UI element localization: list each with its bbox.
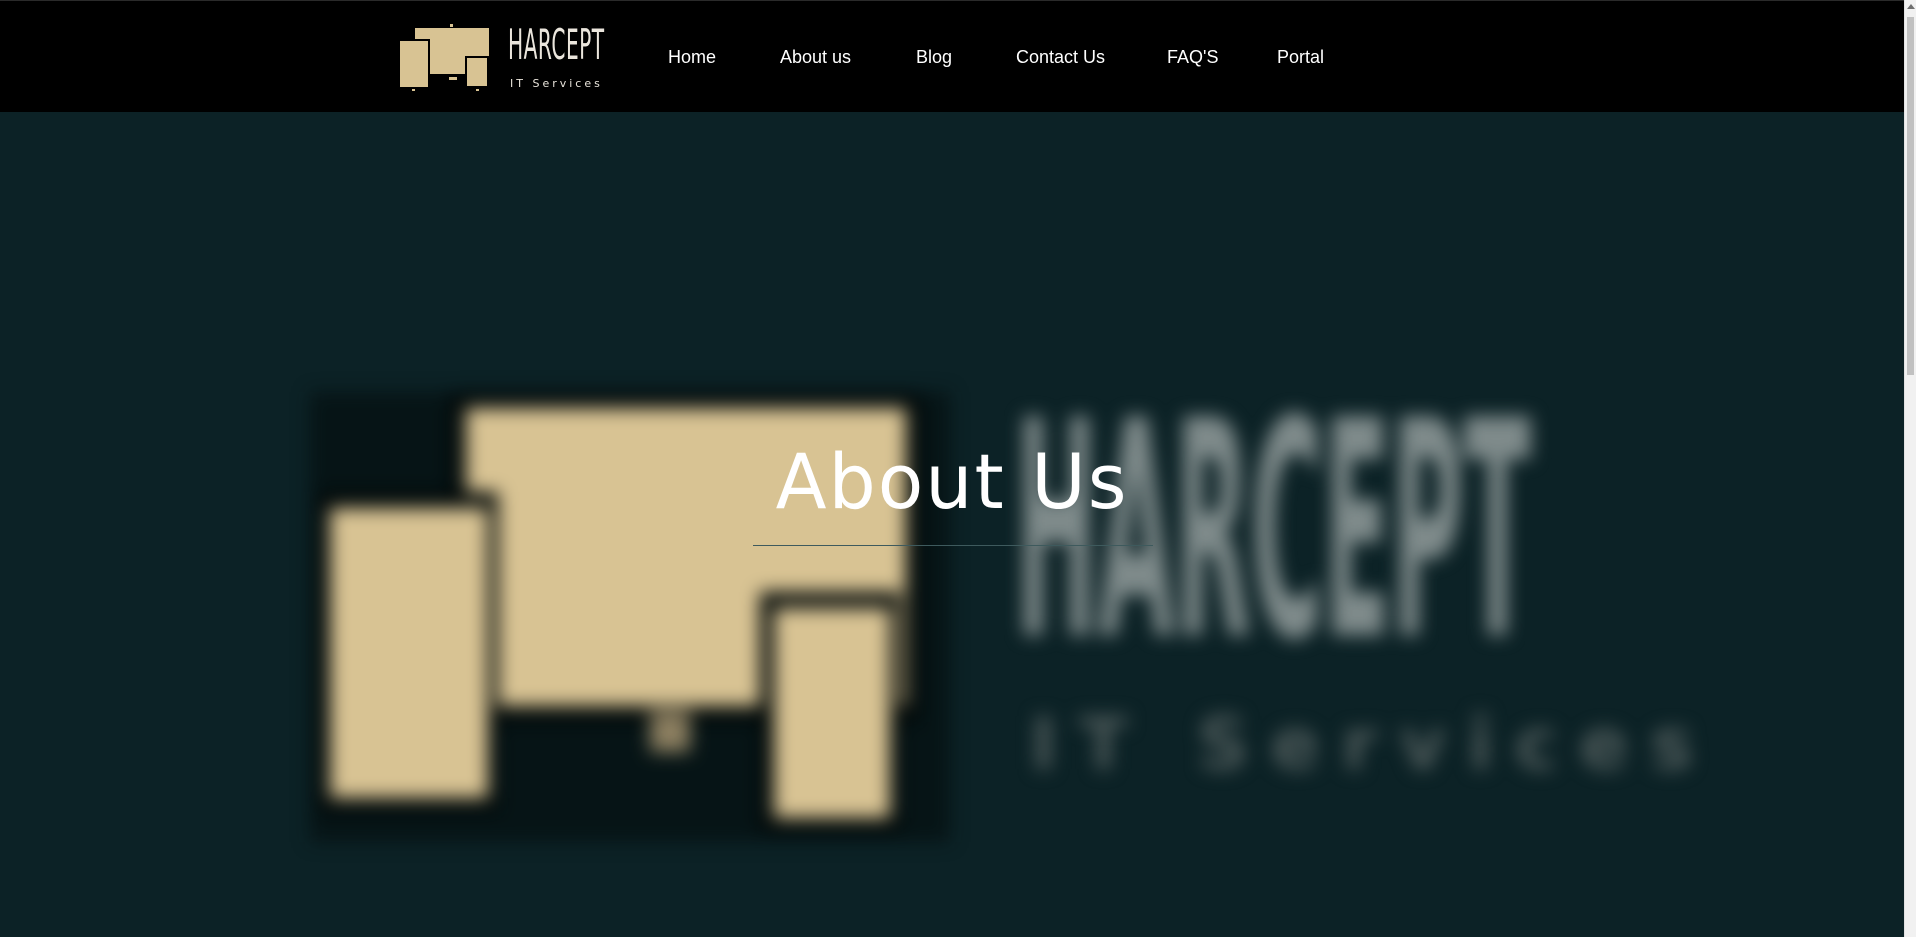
title-divider <box>753 545 1153 546</box>
logo-brand-name: Harcept <box>508 20 605 69</box>
hero-background-brand-name: Harcept <box>1015 357 1532 706</box>
nav-item-blog[interactable]: Blog <box>916 47 952 68</box>
logo-tagline: IT Services <box>510 77 603 90</box>
page: Harcept IT Services Home About us Blog C… <box>0 0 1916 937</box>
site-header: Harcept IT Services Home About us Blog C… <box>0 1 1904 112</box>
page-title-text: About Us <box>775 437 1129 526</box>
nav-item-portal[interactable]: Portal <box>1277 47 1324 68</box>
scrollbar-thumb[interactable] <box>1907 17 1914 375</box>
hero-background-tagline: IT Services <box>1030 702 1716 786</box>
devices-logo-icon <box>398 24 491 91</box>
nav-item-contact-us[interactable]: Contact Us <box>1016 47 1105 68</box>
hero-background-wordmark: Harcept IT Services <box>1015 357 1904 787</box>
nav-item-home[interactable]: Home <box>668 47 716 68</box>
page-title: About Us <box>0 437 1904 527</box>
nav-item-faqs[interactable]: FAQ'S <box>1167 47 1218 68</box>
scroll-up-arrow-icon[interactable] <box>1907 4 1915 9</box>
page-scrollbar[interactable] <box>1904 0 1916 937</box>
nav-item-about-us[interactable]: About us <box>780 47 851 68</box>
site-logo[interactable]: Harcept IT Services <box>398 21 604 93</box>
